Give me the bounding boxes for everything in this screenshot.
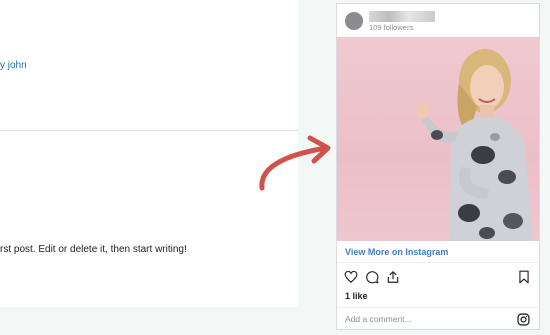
instagram-header: 109 followers — [337, 4, 539, 37]
share-icon[interactable] — [386, 270, 400, 284]
bookmark-icon[interactable] — [517, 270, 531, 284]
comment-input[interactable] — [343, 312, 517, 326]
instagram-photo[interactable] — [337, 37, 539, 241]
curved-arrow-icon — [259, 135, 331, 191]
instagram-embed-card: 109 followers View More on Instagram 1 l… — [336, 3, 540, 330]
author-link[interactable]: y john — [0, 60, 27, 71]
like-count: 1 like — [345, 291, 368, 301]
divider — [337, 262, 539, 263]
divider — [337, 307, 539, 308]
instagram-logo-icon[interactable] — [517, 313, 530, 326]
follower-count: 109 followers — [369, 23, 414, 32]
view-more-on-instagram-link[interactable]: View More on Instagram — [345, 247, 448, 257]
woman-photo-illustration — [416, 49, 533, 241]
avatar[interactable] — [345, 12, 363, 30]
comment-icon[interactable] — [365, 270, 379, 284]
username-blurred[interactable] — [369, 11, 435, 22]
heart-icon[interactable] — [344, 270, 358, 284]
post-excerpt: rst post. Edit or delete it, then start … — [0, 244, 187, 255]
